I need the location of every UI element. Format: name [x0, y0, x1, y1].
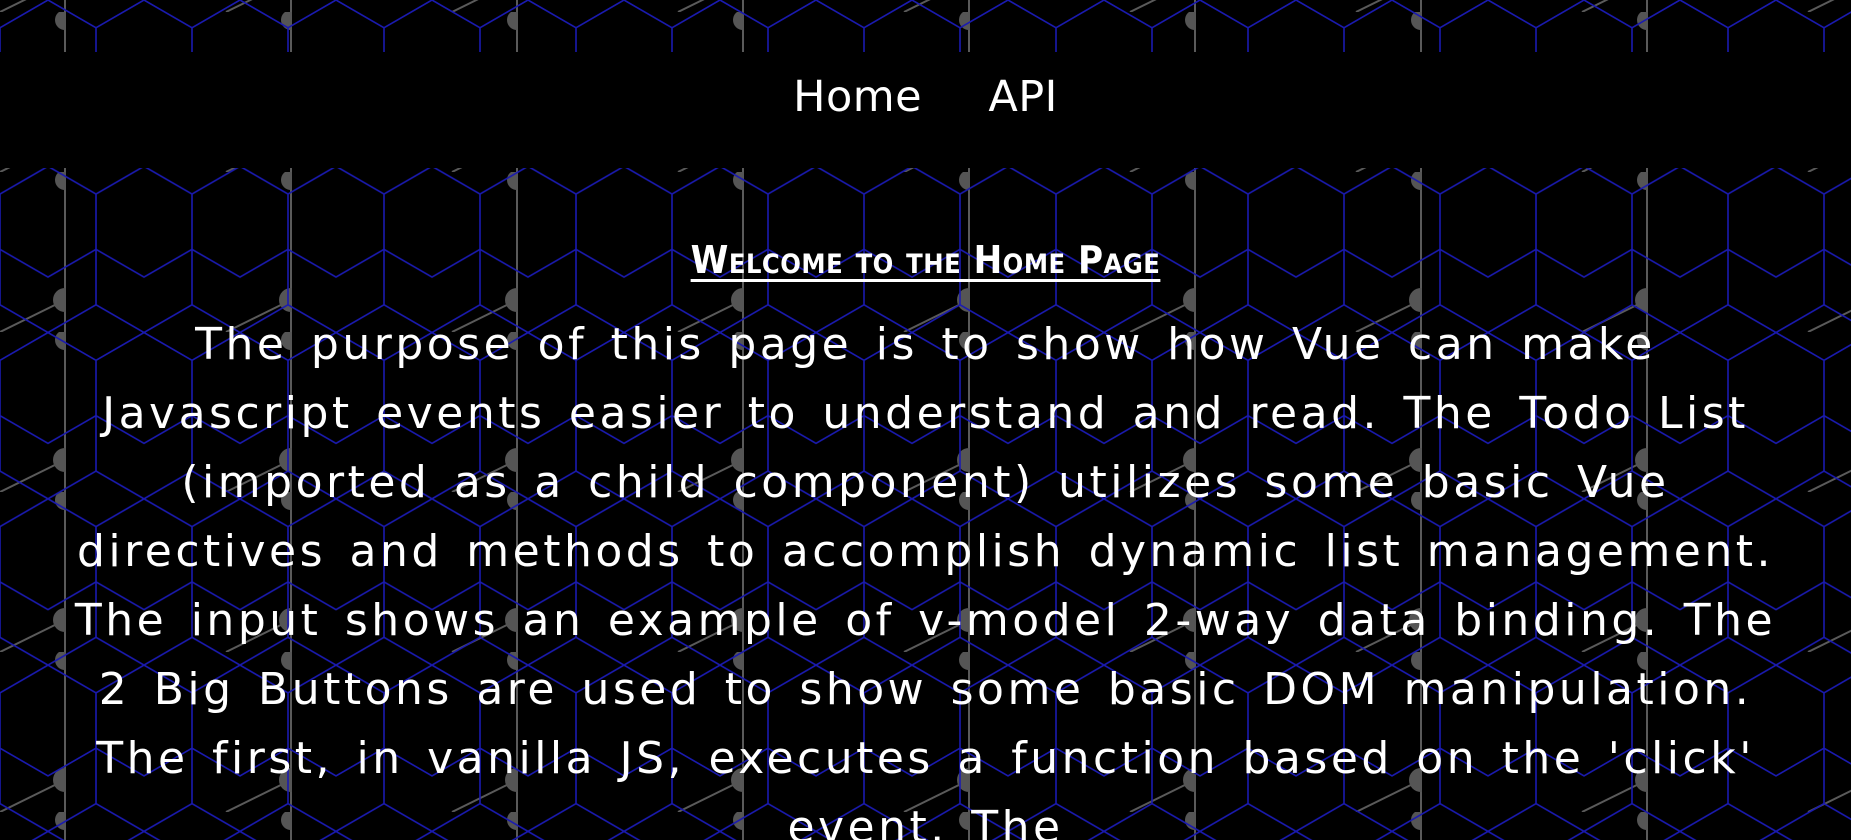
page-title: Welcome to the Home Page [690, 238, 1161, 282]
page-description: The purpose of this page is to show how … [74, 319, 1777, 840]
nav-link-api[interactable]: API [988, 72, 1058, 122]
nav-link-home[interactable]: Home [793, 72, 922, 122]
main-content: Welcome to the Home Page The purpose of … [0, 228, 1851, 840]
page: Home API Welcome to the Home Page The pu… [0, 0, 1851, 840]
main-nav: Home API [0, 72, 1851, 122]
